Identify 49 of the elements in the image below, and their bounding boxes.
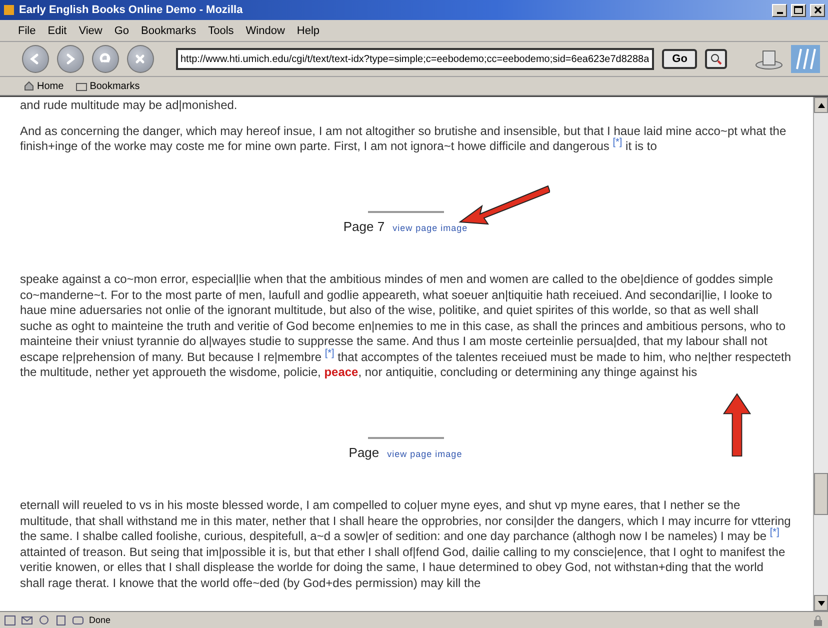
menu-item[interactable]: Tools	[208, 24, 234, 36]
search-icon	[710, 53, 722, 65]
house-icon	[24, 81, 34, 91]
folder-icon	[76, 82, 87, 90]
go-button[interactable]: Go	[662, 49, 698, 69]
lock-icon	[812, 614, 824, 626]
menu-item[interactable]: Go	[114, 24, 130, 36]
home-button[interactable]: Home	[22, 80, 66, 92]
minimize-button[interactable]	[772, 4, 787, 16]
window-title: Early English Books Online Demo - Mozilla	[19, 4, 244, 16]
maximize-icon	[794, 6, 803, 14]
arrow-annotation	[722, 393, 752, 457]
text-paragraph: And as concerning the danger, which may hereof insue, I am not altogither so brutishe and insensible, but that I haue laid mine acco~pt what the finish+inge of the worke may coste me for mine own parte. First, I am not ignora~t howe difficile and dangerous $^{[*]}$ it is to	[20, 124, 788, 154]
view-page-image-link[interactable]: view page image	[387, 446, 462, 462]
footnote-link[interactable]: [*]	[612, 137, 622, 148]
up-arrow-icon[interactable]	[818, 102, 824, 108]
down-arrow-icon[interactable]	[818, 600, 824, 606]
forward-button[interactable]	[56, 45, 84, 73]
bookmarks-button[interactable]: Bookmarks	[74, 80, 142, 92]
text-paragraph: eternall will reueled to vs in his moste blessed worde, I am compelled to co|uer myne eyes, and shut vp myne eares, that I nether se the multitude, that shall withstand me in this mater, nether that I shall heare the opprobries, nor consi|der the dangers, which I may incurre for vttering the same. I shalbe called foolishe, curious, despitefull, a~d a sow|er of sedition: and one day parchance (althogh now I be nameles) I may be $^{[*]}$ attainted of treason. But seing that im|possible it is, but that ether I shall of|fend God, dailie calling to my conscie|ence, that I oght to manifest the veritie knowen, or elles that I shall displease the worlde for doing the same, I haue determined to obey God, not withstan+ding that the world shall rage therat. I knowe that the world offe~ded (by God+des permission) may kill the	[20, 498, 791, 591]
menu-item[interactable]: Bookmarks	[141, 24, 196, 36]
scrollbar[interactable]	[813, 97, 828, 611]
menu-item[interactable]: File	[18, 24, 36, 36]
text-paragraph: and rude multitude may be ad|monished.	[20, 98, 238, 114]
mail-icon[interactable]	[21, 614, 33, 626]
footnote-link[interactable]: [*]	[324, 348, 334, 358]
text-paragraph: speake against a co~mon error, especial|lie when that the ambitious mindes of men and women are called to the obe|dience of goddes simple co~manderne~t. For to the most parte of men, laufull and godlie appeareth, what soeuer an|tiquitie hath receiued. And secondari|lie, I looke to haue mine aduersaries not onlie of the ignorant multitude, but also of the wise, politike, and quiet spirites of this worlde, so that as well shall suche as oght to mainteine the truth and veritie of God become en|nemies to me in this case, as shall the princes and ambitious persons, who to mainteine their vniust tyrannie do al|wayes studie to suppresse the same. And thus I am moste certeinlie persua|ded, that my labour shall not escape re|prehension of many. But because I re|membre $^{[*]}$ that accomptes of the talentes receiued must be made to him, who ne|ther respecteth the multitude, nether yet approueth the wisdome, policie, peace, nor antiquitie, concluding or determining any thinge against his	[20, 272, 791, 380]
address-book-icon[interactable]	[72, 614, 84, 626]
view-page-image-link[interactable]: view page image	[392, 220, 468, 236]
url-field[interactable]: http://www.hti.umich.edu/cgi/t/text/text-idx?type=simple;c=eebodemo;cc=eebodemo;sid=6ea623e7d8288a	[176, 48, 654, 70]
navigator-icon[interactable]	[4, 614, 16, 626]
page-label: Page	[348, 444, 380, 460]
close-button[interactable]	[810, 4, 825, 16]
footnote-link[interactable]: [*]	[770, 527, 780, 538]
maximize-button[interactable]	[791, 4, 806, 16]
logo-icon[interactable]	[791, 45, 820, 73]
page-label: Page 7	[343, 218, 385, 234]
status-text: Done	[89, 615, 112, 625]
scroll-thumb[interactable]	[814, 473, 828, 515]
composer-icon[interactable]	[55, 614, 67, 626]
search-button[interactable]	[705, 49, 727, 69]
stop-button[interactable]	[126, 45, 154, 73]
close-icon	[814, 6, 822, 14]
menu-item[interactable]: Edit	[48, 24, 67, 36]
menu-item[interactable]: Window	[246, 24, 285, 36]
menu-item[interactable]: Help	[296, 24, 320, 36]
back-button[interactable]	[22, 45, 49, 73]
menu-item[interactable]: View	[78, 24, 102, 36]
chat-icon[interactable]	[38, 614, 50, 626]
